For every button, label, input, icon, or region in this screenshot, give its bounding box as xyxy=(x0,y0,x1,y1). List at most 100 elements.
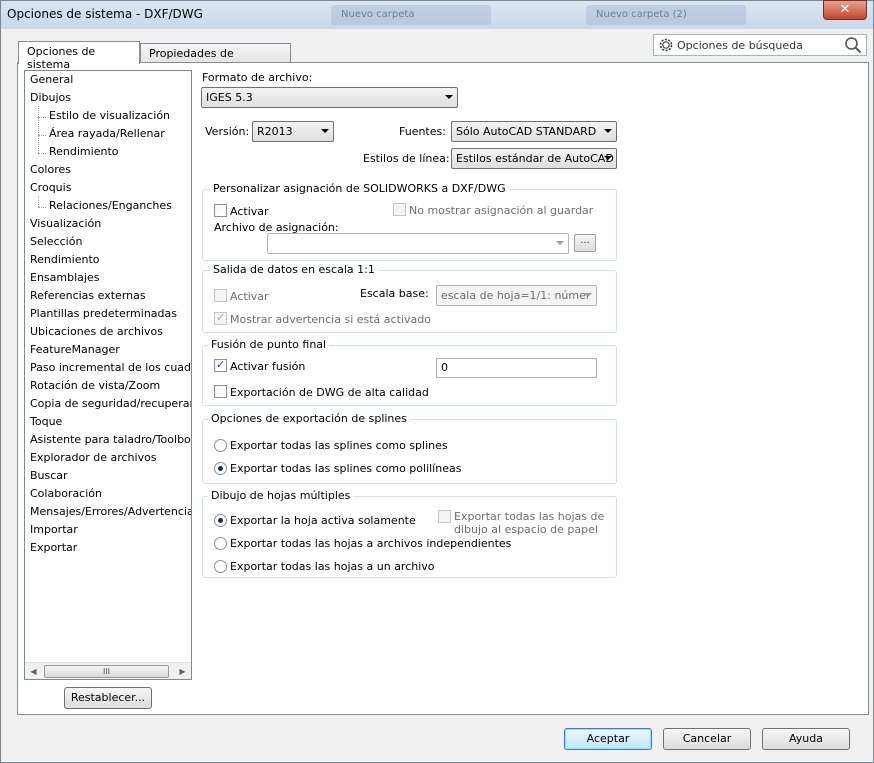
tree-item[interactable]: Relaciones/Enganches xyxy=(49,199,172,212)
tree-item[interactable]: Rendimiento xyxy=(30,253,99,266)
mapping-activate-label: Activar xyxy=(230,205,269,218)
tree-item[interactable]: Rendimiento xyxy=(49,145,118,158)
tree-item[interactable]: Rotación de vista/Zoom xyxy=(30,379,160,392)
tree-item[interactable]: Asistente para taladro/Toolbox xyxy=(30,433,191,446)
help-button[interactable]: Ayuda xyxy=(762,728,850,750)
version-select[interactable]: R2013 xyxy=(252,121,334,142)
tree-item[interactable]: Ubicaciones de archivos xyxy=(30,325,163,338)
tab-system-options[interactable]: Opciones de sistema xyxy=(18,41,140,71)
tree-item[interactable]: Mensajes/Errores/Advertencias xyxy=(30,505,191,518)
tree-item[interactable]: Toque xyxy=(30,415,62,428)
scroll-thumb[interactable]: III xyxy=(44,665,169,678)
line-styles-value: Estilos estándar de AutoCAD xyxy=(456,152,614,165)
tree-item[interactable]: Visualización xyxy=(30,217,101,230)
tree-item[interactable]: Colaboración xyxy=(30,487,102,500)
browse-button[interactable]: ... xyxy=(574,234,596,252)
splines-group-title: Opciones de exportación de splines xyxy=(208,412,410,425)
tree-item[interactable]: Selección xyxy=(30,235,82,248)
radio-sheets-separate-files[interactable] xyxy=(214,537,227,550)
format-label: Formato de archivo: xyxy=(202,71,313,84)
line-styles-label: Estilos de línea: xyxy=(363,152,450,165)
paper-space-checkbox[interactable] xyxy=(438,510,451,523)
fonts-value: Sólo AutoCAD STANDARD xyxy=(456,125,597,138)
tree-item[interactable]: Área rayada/Rellenar xyxy=(49,127,165,140)
search-placeholder: Opciones de búsqueda xyxy=(677,39,803,52)
ok-button[interactable]: Aceptar xyxy=(564,728,652,750)
tree-item[interactable]: Referencias externas xyxy=(30,289,146,302)
line-styles-select[interactable]: Estilos estándar de AutoCAD xyxy=(451,148,617,169)
title-bar[interactable]: Opciones de sistema - DXF/DWG Nuevo carp… xyxy=(1,0,873,29)
tree-horizontal-scrollbar[interactable]: ◀ III ▶ xyxy=(25,662,191,679)
gear-icon xyxy=(659,38,673,52)
radio-selected-dot xyxy=(218,518,223,523)
scale-activate-label: Activar xyxy=(230,290,269,303)
tree-item[interactable]: Buscar xyxy=(30,469,68,482)
merge-group-title: Fusión de punto final xyxy=(208,338,330,351)
no-show-mapping-label: No mostrar asignación al guardar xyxy=(409,204,594,217)
tree-item[interactable]: Croquis xyxy=(30,181,71,194)
scroll-right-arrow[interactable]: ▶ xyxy=(174,663,191,679)
radio-active-sheet-only[interactable] xyxy=(214,514,227,527)
format-select[interactable]: IGES 5.3 xyxy=(201,87,458,108)
base-scale-select[interactable]: escala de hoja=1/1: númer xyxy=(436,285,597,306)
scale-warning-checkbox[interactable]: ✓ xyxy=(214,311,227,325)
close-button[interactable]: ✕ xyxy=(823,0,867,20)
tree-item[interactable]: Paso incremental de los cuadro xyxy=(30,361,191,374)
tab-document-properties[interactable]: Propiedades de documento xyxy=(140,43,291,73)
tree-item[interactable]: Explorador de archivos xyxy=(30,451,157,464)
tree-item[interactable]: Estilo de visualización xyxy=(49,109,170,122)
paper-space-label-line2: dibujo al espacio de papel xyxy=(454,523,598,536)
merge-activate-checkbox[interactable]: ✓ xyxy=(214,358,227,372)
base-scale-label: Escala base: xyxy=(360,287,429,300)
chevron-down-icon xyxy=(556,241,564,245)
merge-activate-label: Activar fusión xyxy=(230,360,306,373)
merge-distance-input[interactable]: 0 xyxy=(436,358,597,378)
tree-item[interactable]: Dibujos xyxy=(30,91,71,104)
splines-as-polylines-label: Exportar todas las splines como polilíne… xyxy=(230,462,462,475)
tree-item[interactable]: Exportar xyxy=(30,541,77,554)
hq-dwg-checkbox[interactable] xyxy=(214,385,227,398)
sheets-group-title: Dibujo de hojas múltiples xyxy=(208,489,354,502)
chevron-down-icon xyxy=(584,293,592,297)
search-input[interactable]: Opciones de búsqueda xyxy=(653,34,867,56)
radio-selected-dot xyxy=(218,466,223,471)
tree-item[interactable]: Importar xyxy=(30,523,78,536)
chevron-down-icon xyxy=(321,129,329,133)
active-sheet-only-label: Exportar la hoja activa solamente xyxy=(230,514,416,527)
radio-splines-as-splines[interactable] xyxy=(214,439,227,452)
background-window-tab: Nuevo carpeta (2) xyxy=(586,5,746,25)
tree-item[interactable]: Ensamblajes xyxy=(30,271,99,284)
background-window-tab: Nuevo carpeta xyxy=(331,5,491,25)
options-dialog: Opciones de sistema - DXF/DWG Nuevo carp… xyxy=(0,0,874,763)
radio-sheets-one-file[interactable] xyxy=(214,560,227,573)
fonts-label: Fuentes: xyxy=(399,125,446,138)
check-icon: ✓ xyxy=(216,311,226,324)
splines-as-splines-label: Exportar todas las splines como splines xyxy=(230,439,448,452)
mapping-activate-checkbox[interactable] xyxy=(214,204,227,217)
tree-item[interactable]: Copia de seguridad/recuperar xyxy=(30,397,191,410)
tree-guide-line xyxy=(38,207,46,208)
paper-space-label-line1: Exportar todas las hojas de xyxy=(454,510,605,523)
chevron-down-icon xyxy=(604,129,612,133)
radio-splines-as-polylines[interactable] xyxy=(214,462,227,475)
scale-activate-checkbox[interactable] xyxy=(214,289,227,302)
base-scale-value: escala de hoja=1/1: númer xyxy=(441,289,591,302)
version-label: Versión: xyxy=(205,125,250,138)
scroll-left-arrow[interactable]: ◀ xyxy=(25,663,42,679)
tree-item[interactable]: FeatureManager xyxy=(30,343,120,356)
options-tree[interactable]: General Dibujos Estilo de visualización Áre… xyxy=(24,70,192,680)
chevron-down-icon xyxy=(604,156,612,160)
mapping-file-select[interactable] xyxy=(267,233,569,254)
cancel-button[interactable]: Cancelar xyxy=(663,728,751,750)
check-icon: ✓ xyxy=(216,358,226,371)
search-icon[interactable] xyxy=(844,36,862,54)
reset-button[interactable]: Restablecer... xyxy=(64,687,152,709)
no-show-mapping-checkbox[interactable] xyxy=(393,203,406,216)
tree-item[interactable]: General xyxy=(30,73,73,86)
chevron-down-icon xyxy=(445,95,453,99)
tree-item[interactable]: Plantillas predeterminadas xyxy=(30,307,177,320)
fonts-select[interactable]: Sólo AutoCAD STANDARD xyxy=(451,121,617,142)
tree-item[interactable]: Colores xyxy=(30,163,71,176)
tree-guide-line xyxy=(38,117,46,118)
scale-group-title: Salida de datos en escala 1:1 xyxy=(210,263,378,276)
